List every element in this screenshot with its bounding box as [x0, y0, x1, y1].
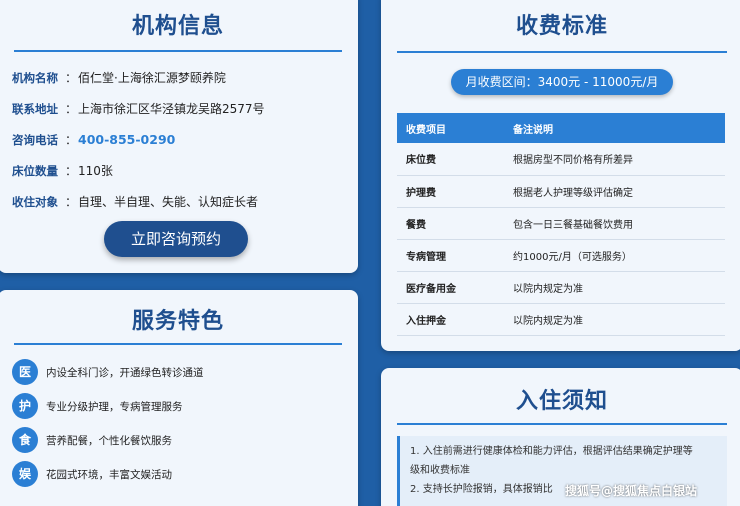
service-features-card: 服务特色 医 内设全科门诊，开通绿色转诊通道 护 专业分级护理，专病管理服务 食…: [0, 290, 358, 506]
feature-text: 专业分级护理，专病管理服务: [46, 400, 183, 413]
watermark: 搜狐号@搜狐焦点白银站: [565, 484, 698, 498]
info-key: 咨询电话: [12, 132, 58, 147]
info-separator: ：: [64, 164, 77, 178]
org-info-title: 机构信息: [131, 14, 224, 39]
table-row: 专病管理 约1000元/月（可选服务）: [397, 239, 725, 272]
info-key: 收住对象: [12, 194, 58, 209]
table-row: 医疗备用金 以院内规定为准: [397, 271, 725, 304]
consult-booking-button[interactable]: 立即咨询预约: [104, 221, 248, 257]
info-row-residents: 收住对象 ： 自理、半自理、失能、认知症长者: [12, 186, 358, 217]
table-row: 护理费 根据老人护理等级评估确定: [397, 175, 725, 208]
feature-list: 医 内设全科门诊，开通绿色转诊通道 护 专业分级护理，专病管理服务 食 营养配餐…: [12, 355, 358, 491]
fee-note: 以院内规定为准: [504, 303, 725, 336]
feature-text: 花园式环境，丰富文娱活动: [46, 468, 172, 481]
fee-table: 收费项目 备注说明 床位费 根据房型不同价格有所差异 护理费 根据老人护理等级评…: [397, 113, 725, 336]
info-value: 上海市徐汇区华泾镇龙吴路2577号: [78, 102, 265, 116]
info-key: 联系地址: [12, 101, 58, 116]
info-separator: ：: [64, 133, 77, 147]
org-info-card: 机构信息 机构名称 ： 佰仁堂·上海徐汇源梦颐养院 联系地址 ： 上海市徐汇区华…: [0, 0, 358, 273]
fee-item: 专病管理: [397, 239, 504, 272]
nursing-icon: 护: [12, 393, 38, 419]
table-row: 床位费 根据房型不同价格有所差异: [397, 143, 725, 176]
list-item: 护 专业分级护理，专病管理服务: [12, 389, 358, 423]
info-row-beds: 床位数量 ： 110张: [12, 155, 358, 186]
info-separator: ：: [64, 102, 77, 116]
column-header: 备注说明: [504, 113, 725, 143]
fee-item: 医疗备用金: [397, 271, 504, 304]
info-separator: ：: [64, 195, 77, 209]
title-divider: [14, 343, 342, 345]
list-item: 娱 花园式环境，丰富文娱活动: [12, 457, 358, 491]
list-item: 医 内设全科门诊，开通绿色转诊通道: [12, 355, 358, 389]
note-line: 1. 入住前需进行健康体检和能力评估，根据评估结果确定护理等: [410, 446, 693, 457]
fee-item: 入住押金: [397, 303, 504, 336]
info-key: 床位数量: [12, 163, 58, 178]
entertainment-icon: 娱: [12, 461, 38, 487]
info-row-name: 机构名称 ： 佰仁堂·上海徐汇源梦颐养院: [12, 62, 358, 93]
fee-item: 护理费: [397, 175, 504, 208]
fee-note: 包含一日三餐基础餐饮费用: [504, 207, 725, 240]
feature-text: 内设全科门诊，开通绿色转诊通道: [46, 366, 204, 379]
fee-title: 收费标准: [515, 14, 608, 39]
table-row: 入住押金 以院内规定为准: [397, 303, 725, 336]
fee-note: 根据老人护理等级评估确定: [504, 175, 725, 208]
fee-note: 约1000元/月（可选服务）: [504, 239, 725, 272]
fee-item: 床位费: [397, 143, 504, 176]
fee-note: 以院内规定为准: [504, 271, 725, 304]
fee-range-badge: 月收费区间：3400元 - 11000元/月: [451, 69, 673, 95]
table-row: 餐费 包含一日三餐基础餐饮费用: [397, 207, 725, 240]
info-key: 机构名称: [12, 70, 58, 85]
feature-text: 营养配餐，个性化餐饮服务: [46, 434, 172, 447]
info-value: 佰仁堂·上海徐汇源梦颐养院: [78, 71, 226, 85]
food-icon: 食: [12, 427, 38, 453]
fee-item: 餐费: [397, 207, 504, 240]
service-title: 服务特色: [131, 309, 224, 334]
title-divider: [397, 51, 727, 53]
fee-note: 根据房型不同价格有所差异: [504, 143, 725, 176]
phone-link[interactable]: 400-855-0290: [78, 132, 175, 147]
title-divider: [397, 423, 727, 425]
org-info-list: 机构名称 ： 佰仁堂·上海徐汇源梦颐养院 联系地址 ： 上海市徐汇区华泾镇龙吴路…: [12, 62, 358, 217]
info-row-address: 联系地址 ： 上海市徐汇区华泾镇龙吴路2577号: [12, 93, 358, 124]
title-divider: [14, 50, 342, 52]
table-header-row: 收费项目 备注说明: [397, 113, 725, 143]
notes-title: 入住须知: [515, 389, 608, 414]
info-separator: ：: [64, 71, 77, 85]
medical-icon: 医: [12, 359, 38, 385]
info-row-phone: 咨询电话 ： 400-855-0290: [12, 124, 358, 155]
note-line: 级和收费标准: [410, 465, 470, 476]
column-header: 收费项目: [397, 113, 504, 143]
info-value: 110张: [78, 164, 113, 178]
info-value: 自理、半自理、失能、认知症长者: [78, 195, 259, 209]
list-item: 食 营养配餐，个性化餐饮服务: [12, 423, 358, 457]
fee-standard-card: 收费标准 月收费区间：3400元 - 11000元/月 收费项目 备注说明 床位…: [381, 0, 740, 351]
